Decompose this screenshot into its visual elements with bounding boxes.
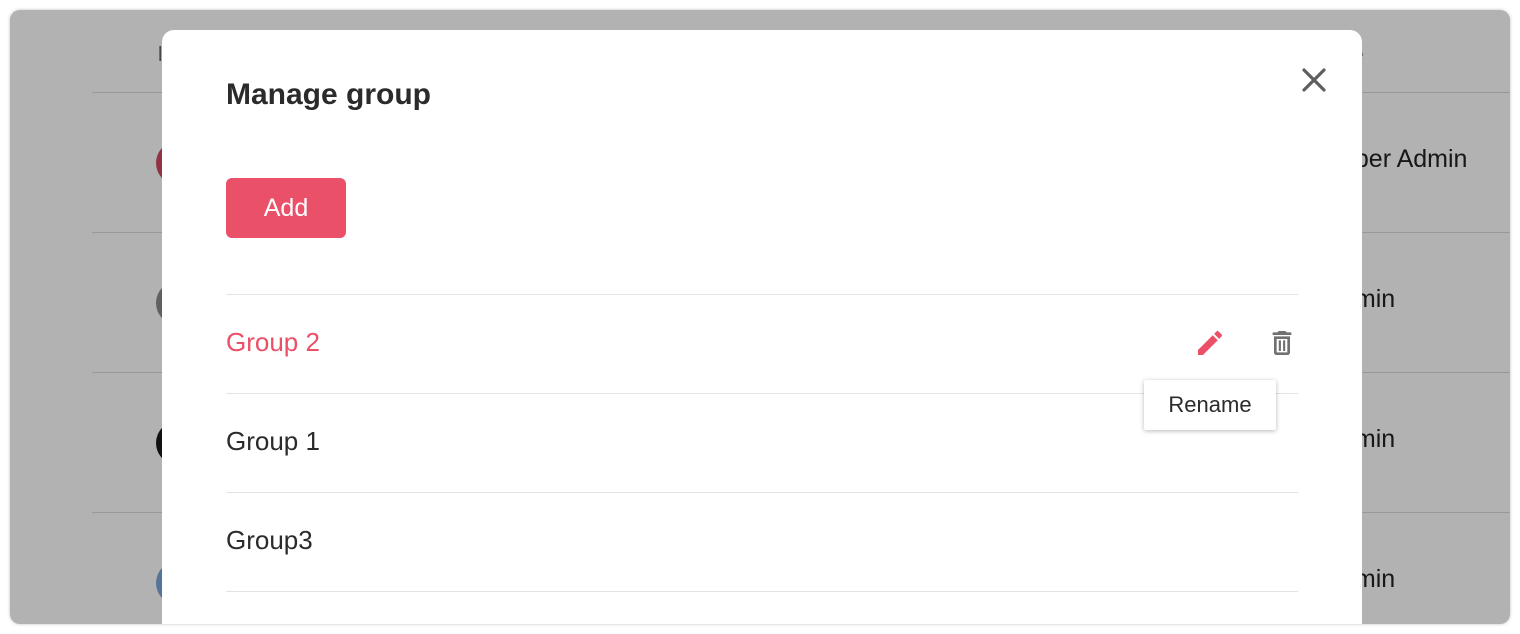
- list-item[interactable]: Group 1: [226, 393, 1298, 492]
- list-item[interactable]: Group3: [226, 492, 1298, 592]
- rename-tooltip: Rename: [1144, 380, 1276, 430]
- manage-group-dialog: Manage group Add Group 2 Group 1 Group3: [162, 30, 1362, 624]
- list-item[interactable]: Group 2: [226, 294, 1298, 393]
- close-icon[interactable]: [1298, 64, 1330, 96]
- pencil-icon[interactable]: [1194, 327, 1226, 359]
- app-window: l le uper Admin dmin dmin dmin Manage gr…: [10, 10, 1510, 624]
- group-name[interactable]: Group 2: [226, 327, 320, 358]
- trash-icon[interactable]: [1266, 327, 1298, 359]
- dialog-title: Manage group: [226, 78, 432, 111]
- group-name[interactable]: Group 1: [226, 426, 320, 457]
- group-name[interactable]: Group3: [226, 525, 313, 556]
- group-list: Group 2 Group 1 Group3: [226, 294, 1298, 592]
- add-button[interactable]: Add: [226, 178, 346, 238]
